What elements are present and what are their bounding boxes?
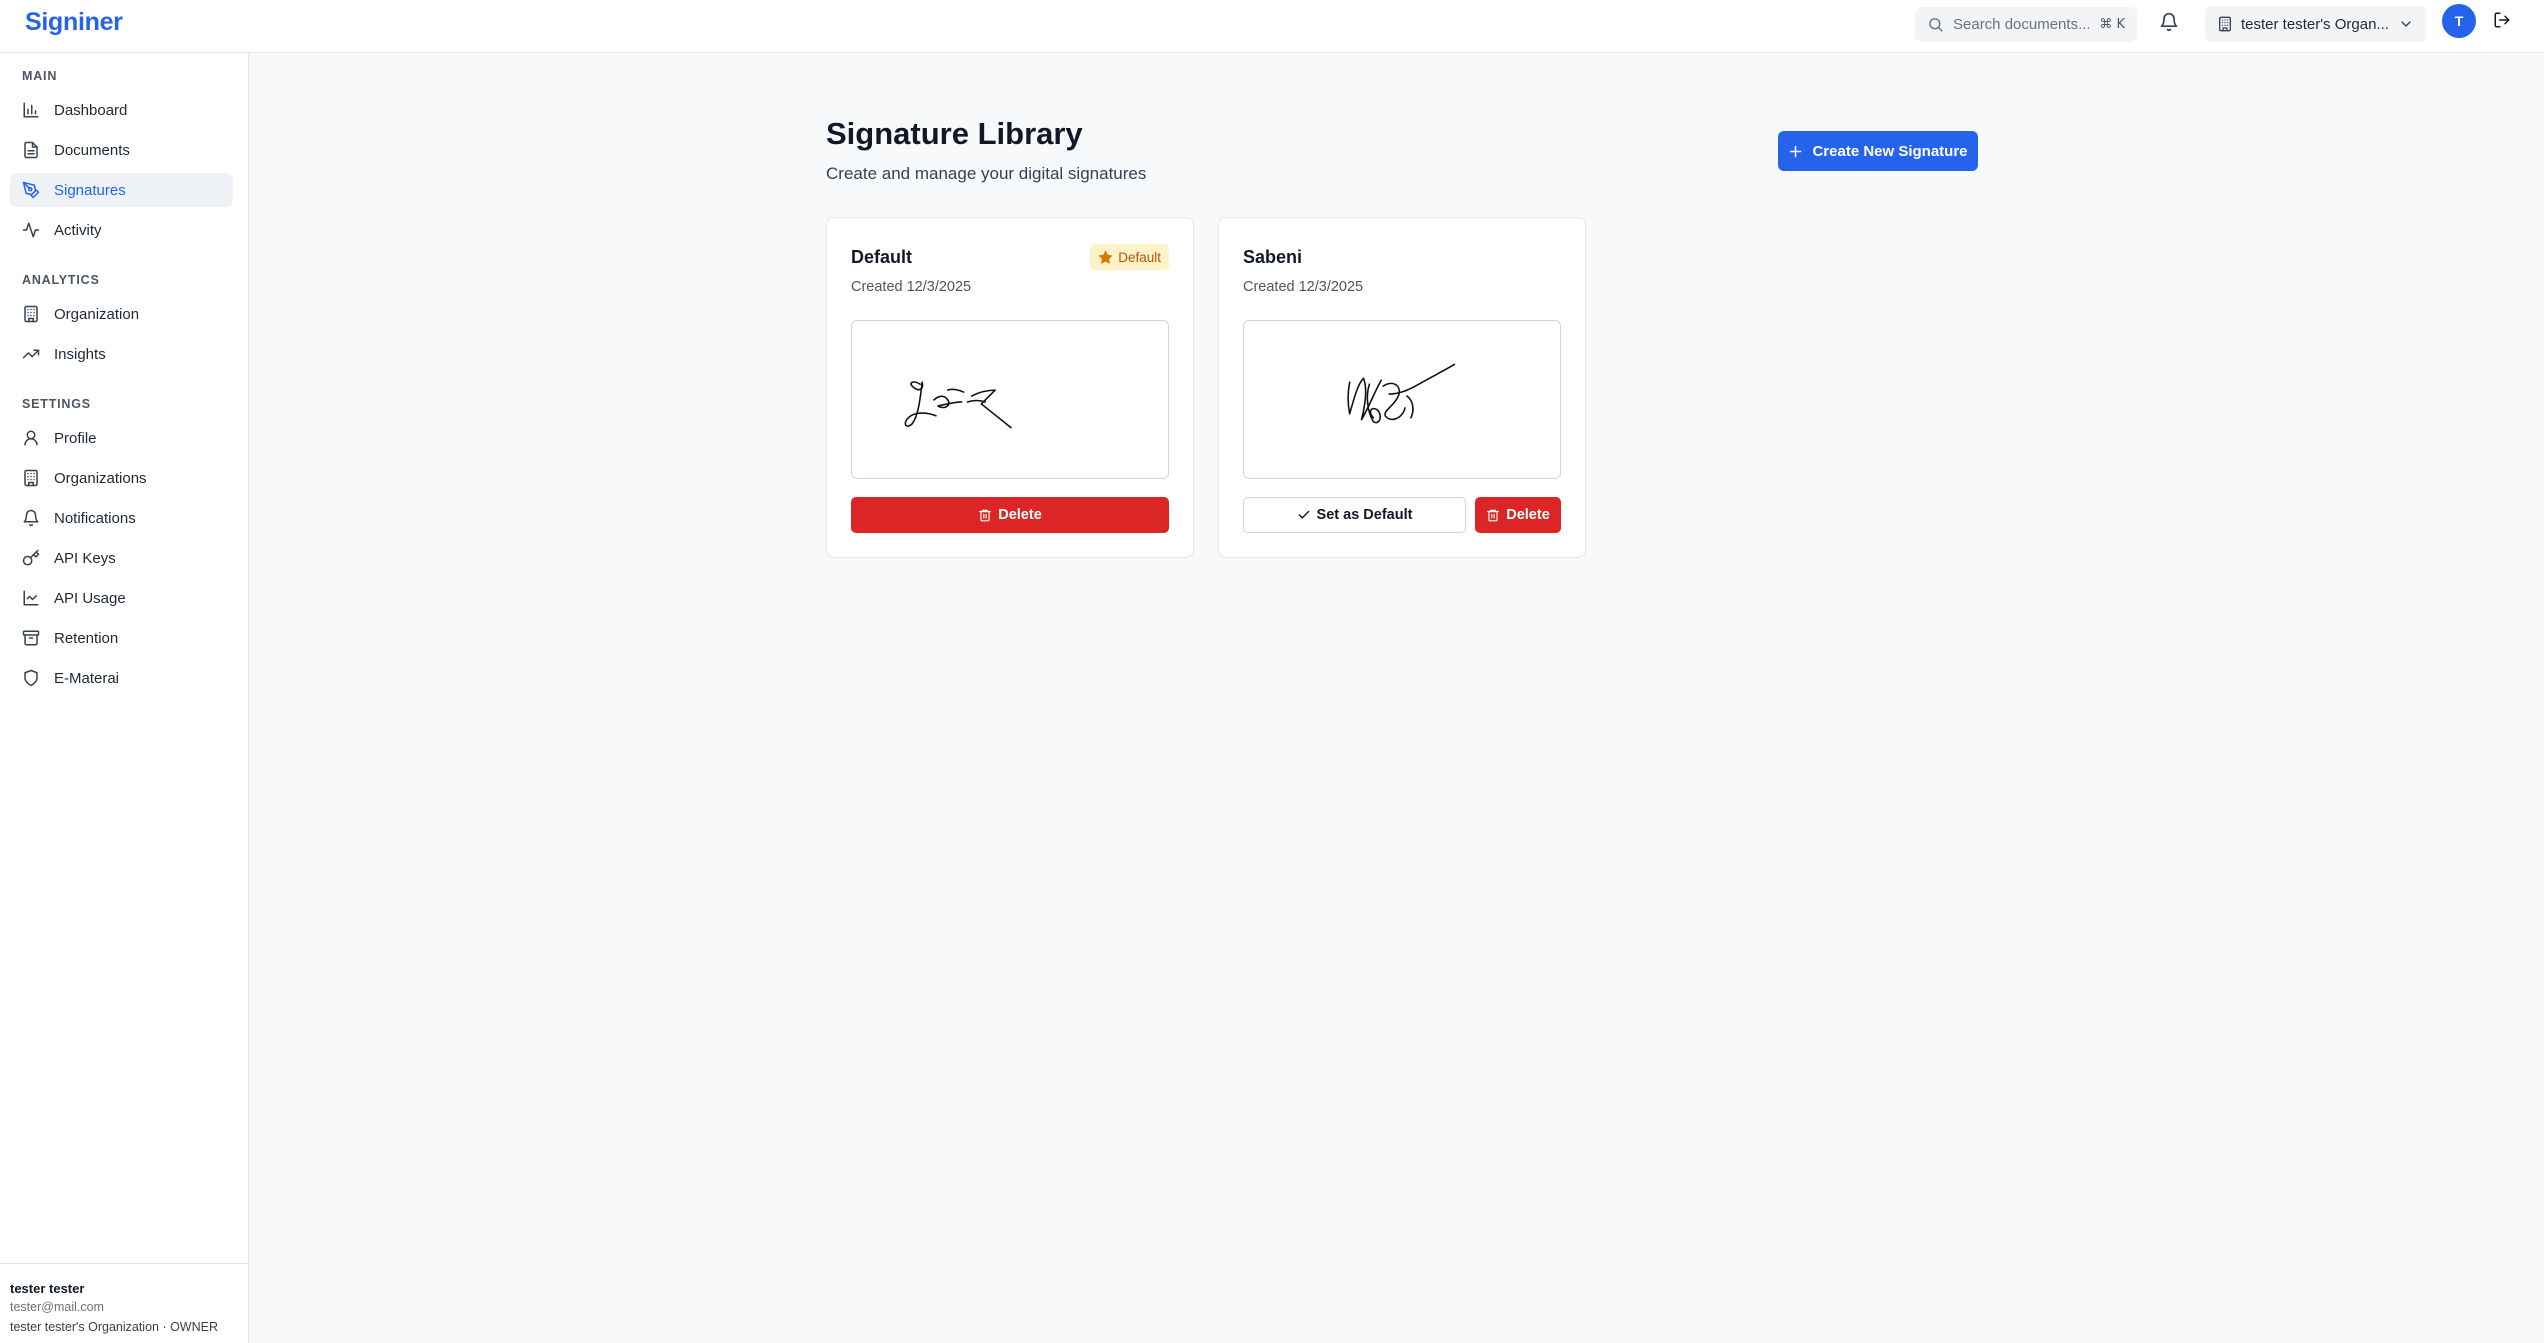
bell-icon	[2160, 12, 2178, 32]
signature-name: Default	[851, 247, 913, 267]
chevron-down-icon	[2401, 21, 2411, 27]
search-shortcut: ⌘ K	[2099, 17, 2125, 32]
sidebar-item-api-keys[interactable]: API Keys	[10, 541, 233, 575]
sidebar-item-label: Notifications	[54, 509, 136, 527]
sidebar-item-retention[interactable]: Retention	[10, 621, 233, 655]
search-icon	[1929, 18, 1943, 32]
signature-drawing	[1347, 363, 1456, 424]
user-org-role: tester tester's Organization · OWNER	[10, 1320, 219, 1334]
bell-icon	[23, 509, 39, 527]
avatar[interactable]: T	[2442, 4, 2476, 38]
sidebar-item-label: Signatures	[54, 181, 126, 199]
page-subtitle: Create and manage your digital signature…	[826, 164, 1147, 183]
signature-created-date: Created 12/3/2025	[1243, 279, 1364, 295]
organization-selector-label: tester tester's Organ...	[2241, 15, 2389, 33]
section-label-main: MAIN	[22, 69, 58, 83]
sidebar-item-label: Insights	[54, 345, 106, 363]
delete-button[interactable]: Delete	[1475, 497, 1561, 533]
brand-logo[interactable]: Signiner	[25, 8, 123, 37]
plus-icon	[1790, 145, 1802, 157]
top-bar: Signiner Search documents... ⌘ K tester …	[0, 0, 2544, 53]
activity-icon	[22, 222, 40, 238]
line-chart-icon	[23, 590, 39, 606]
sidebar-item-label: Organization	[54, 305, 140, 323]
section-label-analytics: ANALYTICS	[22, 273, 100, 287]
sidebar-item-notifications[interactable]: Notifications	[10, 501, 233, 535]
sidebar-item-e-materai[interactable]: E-Materai	[10, 661, 233, 695]
sidebar-item-label: API Usage	[54, 589, 126, 607]
user-info: tester tester tester@mail.com tester tes…	[0, 1263, 249, 1343]
check-icon	[1298, 510, 1309, 519]
signature-card: Default Default Created 12/3/2025 Delete	[826, 217, 1194, 558]
sidebar-item-label: Organizations	[54, 469, 147, 487]
sidebar-item-documents[interactable]: Documents	[10, 133, 233, 167]
signature-preview	[1243, 320, 1561, 479]
create-signature-label: Create New Signature	[1812, 142, 1968, 160]
organization-selector[interactable]: tester tester's Organ...	[2205, 6, 2426, 42]
page-title: Signature Library	[826, 116, 1083, 151]
sidebar-item-signatures[interactable]: Signatures	[10, 173, 233, 207]
set-default-label: Set as Default	[1316, 507, 1413, 523]
user-email: tester@mail.com	[10, 1300, 104, 1314]
sidebar-item-profile[interactable]: Profile	[10, 421, 233, 455]
signature-name: Sabeni	[1243, 247, 1303, 267]
signature-created-date: Created 12/3/2025	[851, 279, 972, 295]
trending-up-icon	[22, 349, 40, 359]
set-default-button[interactable]: Set as Default	[1243, 497, 1466, 533]
delete-label: Delete	[998, 507, 1042, 523]
logout-button[interactable]	[2490, 8, 2514, 32]
archive-icon	[22, 630, 40, 646]
sidebar-item-label: Dashboard	[54, 101, 128, 119]
delete-button[interactable]: Delete	[851, 497, 1169, 533]
star-icon	[1099, 250, 1113, 264]
sidebar-item-label: Profile	[54, 429, 97, 447]
sidebar-item-api-usage[interactable]: API Usage	[10, 581, 233, 615]
building-icon	[2219, 16, 2231, 32]
sidebar-item-organizations[interactable]: Organizations	[10, 461, 233, 495]
signature-drawing	[904, 381, 1012, 429]
default-badge: Default	[1090, 244, 1169, 270]
sidebar-item-insights[interactable]: Insights	[10, 337, 233, 371]
trash-icon	[979, 509, 992, 522]
sidebar-item-label: Retention	[54, 629, 119, 647]
document-icon	[24, 141, 38, 159]
delete-label: Delete	[1506, 507, 1550, 523]
notifications-button[interactable]	[2156, 9, 2182, 35]
logout-icon	[2494, 12, 2510, 28]
sidebar: MAIN Dashboard Documents Signatures Acti…	[0, 53, 249, 1343]
user-name: tester tester	[10, 1281, 85, 1296]
sidebar-item-label: API Keys	[54, 549, 116, 567]
sidebar-item-label: Activity	[54, 221, 102, 239]
pen-tool-icon	[22, 181, 40, 199]
sidebar-item-organization[interactable]: Organization	[10, 297, 233, 331]
search-placeholder: Search documents...	[1953, 16, 2091, 33]
building-icon	[24, 469, 38, 487]
user-icon	[24, 430, 38, 446]
key-icon	[22, 549, 40, 566]
building-icon	[24, 305, 38, 323]
sidebar-item-dashboard[interactable]: Dashboard	[10, 93, 233, 127]
create-signature-button[interactable]: Create New Signature	[1778, 131, 1978, 171]
trash-icon	[1487, 509, 1500, 522]
sidebar-item-label: Documents	[54, 141, 130, 159]
sidebar-item-activity[interactable]: Activity	[10, 213, 233, 247]
bar-chart-icon	[23, 102, 39, 118]
signature-card: Sabeni Created 12/3/2025 Set as Default …	[1218, 217, 1586, 558]
shield-icon	[24, 669, 38, 687]
search-input[interactable]: Search documents... ⌘ K	[1915, 7, 2137, 42]
signature-preview	[851, 320, 1169, 479]
default-badge-label: Default	[1118, 249, 1161, 265]
sidebar-item-label: E-Materai	[54, 669, 120, 687]
section-label-settings: SETTINGS	[22, 397, 91, 411]
